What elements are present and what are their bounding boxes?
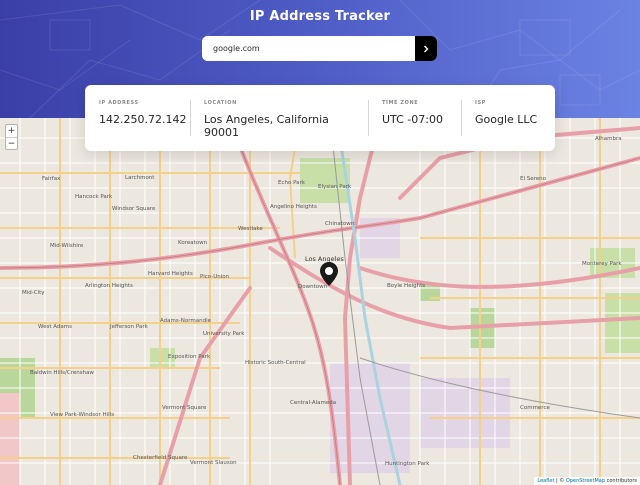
ip-info-card: IP ADDRESS 142.250.72.142 LOCATION Los A… (85, 85, 555, 151)
map-label-alhambra: Alhambra (595, 136, 622, 142)
map-label-commerce: Commerce (520, 405, 550, 411)
attribution-suffix: contributors (606, 478, 637, 484)
chevron-right-icon (424, 45, 429, 52)
ip-address-value: 142.250.72.142 (99, 113, 187, 126)
map-tiles (0, 118, 640, 485)
location-marker-icon[interactable] (320, 262, 338, 290)
openstreetmap-link[interactable]: OpenStreetMap (566, 478, 605, 484)
isp-section: ISP Google LLC (461, 100, 555, 151)
map-attribution: Leaflet | © OpenStreetMap contributors (534, 477, 640, 485)
map-label-elysian-park: Elysian Park (318, 184, 352, 190)
ip-search-bar (202, 36, 437, 61)
map-label-hancock-park: Hancock Park (75, 194, 113, 200)
map-label-koreatown: Koreatown (178, 240, 208, 246)
map-label-angelino-heights: Angelino Heights (270, 204, 317, 210)
zoom-out-button[interactable]: − (6, 137, 17, 149)
ip-search-input[interactable] (202, 36, 415, 61)
map-label-monterey-park: Monterey Park (582, 261, 622, 267)
map-label-adams-normandie: Adams-Normandie (160, 318, 211, 324)
map-label-mid-city: Mid-City (22, 290, 45, 296)
map-label-university-park: University Park (203, 331, 245, 337)
timezone-label: TIME ZONE (382, 100, 419, 106)
map-label-view-park: View Park-Windsor Hills (50, 412, 115, 418)
location-label: LOCATION (204, 100, 237, 106)
leaflet-link[interactable]: Leaflet (537, 478, 554, 484)
map-label-echo-park: Echo Park (278, 180, 305, 186)
map-label-chinatown: Chinatown (325, 221, 355, 227)
map-label-harvard-heights: Harvard Heights (148, 271, 193, 277)
map-label-baldwin-hills: Baldwin Hills/Crenshaw (30, 370, 94, 376)
map-label-exposition-park: Exposition Park (168, 354, 211, 360)
map-label-historic-south-central: Historic South-Central (245, 360, 306, 366)
location-value: Los Angeles, California 90001 (204, 113, 329, 139)
map-label-jefferson-park: Jefferson Park (110, 324, 148, 330)
search-submit-button[interactable] (415, 36, 437, 61)
map-label-boyle-heights: Boyle Heights (387, 283, 426, 289)
zoom-in-button[interactable]: + (6, 125, 17, 137)
map-label-larchmont: Larchmont (125, 175, 155, 181)
map-label-chesterfield-square: Chesterfield Square (133, 455, 188, 461)
map-label-west-adams: West Adams (38, 324, 73, 330)
map-label-vermont-slauson: Vermont Slauson (190, 460, 237, 466)
map-label-fairfax: Fairfax (42, 176, 61, 182)
map-label-el-sereno: El Sereno (520, 176, 547, 182)
map-label-mid-wilshire: Mid-Wilshire (50, 243, 84, 249)
ip-address-section: IP ADDRESS 142.250.72.142 (85, 100, 190, 151)
attribution-separator: | © (554, 478, 566, 484)
zoom-control: + − (5, 124, 18, 150)
map-view[interactable]: Fairfax Hancock Park Windsor Square Larc… (0, 118, 640, 485)
timezone-value: UTC -07:00 (382, 113, 443, 126)
map-label-vermont-square: Vermont Square (162, 405, 207, 411)
map-label-central-alameda: Central-Alameda (290, 400, 337, 406)
map-label-pico-union: Pico-Union (200, 274, 230, 280)
map-label-huntington-park: Huntington Park (385, 461, 430, 467)
map-label-windsor-square: Windsor Square (112, 206, 156, 212)
timezone-section: TIME ZONE UTC -07:00 (368, 100, 461, 151)
page-title: IP Address Tracker (249, 9, 391, 24)
location-section: LOCATION Los Angeles, California 90001 (190, 100, 368, 151)
map-label-westlake: Westlake (238, 226, 263, 232)
map-label-arlington-heights: Arlington Heights (85, 283, 133, 289)
isp-label: ISP (475, 100, 486, 106)
isp-value: Google LLC (475, 113, 538, 126)
ip-address-label: IP ADDRESS (99, 100, 139, 106)
